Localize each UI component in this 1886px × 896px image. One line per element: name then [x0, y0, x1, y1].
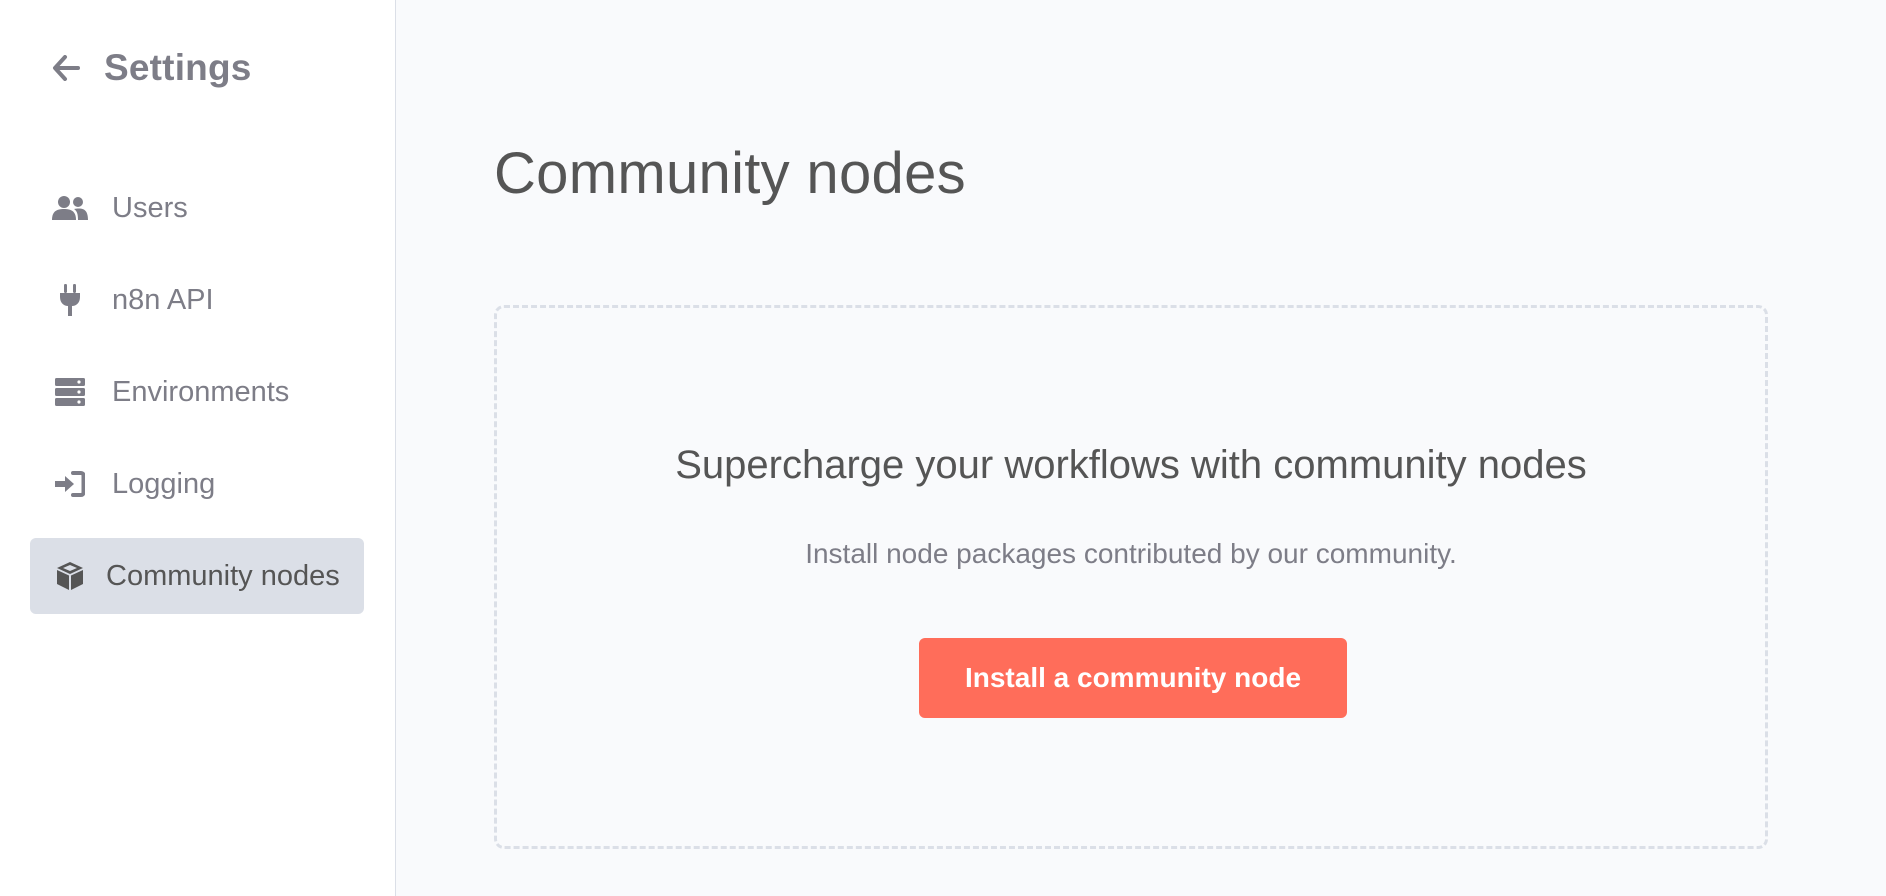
sidebar-item-users[interactable]: Users	[30, 170, 364, 246]
install-community-node-button[interactable]: Install a community node	[919, 638, 1347, 718]
sidebar-item-label: Community nodes	[106, 559, 340, 592]
cube-icon	[52, 561, 88, 591]
sidebar-item-logging[interactable]: Logging	[30, 446, 364, 522]
empty-state-description: Install node packages contributed by our…	[805, 538, 1457, 569]
app-root: Settings Users n8n API Environments Logg…	[0, 0, 1886, 896]
arrow-left-icon[interactable]	[50, 52, 82, 84]
settings-sidebar: Settings Users n8n API Environments Logg…	[0, 0, 396, 896]
settings-menu: Users n8n API Environments Logging Commu…	[30, 170, 364, 630]
sidebar-item-label: Logging	[112, 467, 216, 500]
sidebar-item-n8n-api[interactable]: n8n API	[30, 262, 364, 338]
main-content: Community nodes Supercharge your workflo…	[396, 0, 1886, 896]
empty-state-heading: Supercharge your workflows with communit…	[675, 443, 1587, 487]
server-icon	[52, 377, 88, 407]
sidebar-item-label: Users	[112, 191, 188, 224]
sidebar-item-label: Environments	[112, 375, 290, 408]
page-title: Community nodes	[494, 141, 966, 206]
community-nodes-empty-state: Supercharge your workflows with communit…	[494, 305, 1768, 849]
sidebar-title: Settings	[104, 47, 252, 88]
sign-in-icon	[52, 469, 88, 499]
back-to-app-link[interactable]: Settings	[50, 42, 252, 94]
sidebar-item-community-nodes[interactable]: Community nodes	[30, 538, 364, 614]
plug-icon	[52, 284, 88, 316]
sidebar-item-label: n8n API	[112, 283, 214, 316]
sidebar-item-environments[interactable]: Environments	[30, 354, 364, 430]
users-icon	[52, 193, 88, 223]
